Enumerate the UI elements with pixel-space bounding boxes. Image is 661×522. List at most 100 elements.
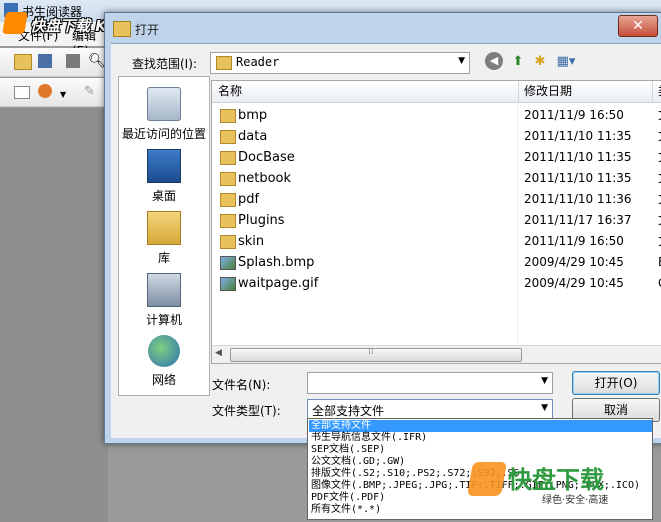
place-recent-label: 最近访问的位置 xyxy=(121,127,206,141)
file-row[interactable]: Splash.bmp2009/4/29 10:45B xyxy=(212,252,661,273)
look-in-label: 查找范围(I): xyxy=(132,57,197,71)
watermark-brand: 快盘下载 xyxy=(508,466,604,494)
folder-icon xyxy=(220,109,236,123)
up-folder-icon[interactable]: ⬆ xyxy=(508,52,528,72)
file-row[interactable]: DocBase2011/11/10 11:35文 xyxy=(212,147,661,168)
place-network[interactable]: 网络 xyxy=(119,335,209,388)
background-content-area xyxy=(0,108,108,522)
computer-icon xyxy=(147,273,181,307)
dropdown-arrow-icon[interactable]: ▼ xyxy=(60,90,66,99)
file-name: waitpage.gif xyxy=(238,276,319,291)
file-date: 2011/11/10 11:35 xyxy=(524,150,632,164)
file-row[interactable]: skin2011/11/9 16:50文 xyxy=(212,231,661,252)
settings-icon[interactable] xyxy=(38,84,52,98)
place-desktop-label: 桌面 xyxy=(151,189,176,203)
image-file-icon xyxy=(220,277,236,291)
scroll-left-icon[interactable]: ◀ xyxy=(215,348,222,358)
file-row[interactable]: Plugins2011/11/17 16:37文 xyxy=(212,210,661,231)
file-name: skin xyxy=(238,234,265,249)
folder-icon xyxy=(220,193,236,207)
image-file-icon xyxy=(220,256,236,270)
view-menu-icon[interactable]: ▦▾ xyxy=(556,52,576,72)
look-in-combo[interactable]: Reader ▼ xyxy=(210,52,470,74)
places-bar: 最近访问的位置 桌面 库 计算机 网络 xyxy=(118,76,210,396)
folder-icon xyxy=(220,151,236,165)
file-date: 2011/11/9 16:50 xyxy=(524,108,624,122)
folder-icon xyxy=(220,214,236,228)
place-libraries[interactable]: 库 xyxy=(119,211,209,266)
file-name: pdf xyxy=(238,192,260,207)
open-folder-icon[interactable] xyxy=(14,54,32,70)
dialog-folder-icon xyxy=(113,21,131,37)
place-computer[interactable]: 计算机 xyxy=(119,273,209,328)
list-header: 名称 ⌃ 修改日期 类 xyxy=(212,81,661,103)
library-icon xyxy=(147,211,181,245)
place-computer-label: 计算机 xyxy=(145,313,182,327)
file-date: 2011/11/10 11:36 xyxy=(524,192,632,206)
folder-icon xyxy=(216,56,232,70)
chevron-down-icon[interactable]: ▼ xyxy=(458,56,465,66)
back-icon[interactable]: ◀ xyxy=(485,52,503,70)
sort-arrow-icon: ⌃ xyxy=(360,80,367,87)
file-date: 2011/11/9 16:50 xyxy=(524,234,624,248)
filetype-option[interactable]: 书生导航信息文件(.IFR) xyxy=(309,432,652,444)
scroll-grip-icon: ⁞⁞ xyxy=(368,347,374,357)
place-network-label: 网络 xyxy=(151,373,176,387)
folder-icon xyxy=(220,130,236,144)
desktop-icon xyxy=(147,149,181,183)
file-date: 2011/11/10 11:35 xyxy=(524,171,632,185)
dialog-title: 打开 xyxy=(135,23,160,37)
watermark-logo-icon xyxy=(467,462,507,496)
recent-places-icon xyxy=(147,87,181,121)
file-date: 2009/4/29 10:45 xyxy=(524,276,624,290)
new-folder-icon[interactable]: ✱ xyxy=(530,52,550,72)
comment-icon[interactable] xyxy=(14,86,30,99)
watermark-bottom: 快盘下载 绿色·安全·高速 xyxy=(467,456,636,516)
chevron-down-icon[interactable]: ▼ xyxy=(541,403,548,413)
background-toolbar-1: 🔍︎ xyxy=(0,48,110,77)
filetype-option[interactable]: SEP文档(.SEP) xyxy=(309,444,652,456)
filename-input[interactable]: ▼ xyxy=(307,372,553,394)
dialog-title-bar[interactable]: 打开 ✕ xyxy=(105,13,661,43)
filetype-value: 全部支持文件 xyxy=(312,404,385,418)
file-date: 2011/11/17 16:37 xyxy=(524,213,632,227)
open-button[interactable]: 打开(O) xyxy=(572,371,660,395)
filetype-label: 文件类型(T): xyxy=(212,404,281,418)
file-name: Splash.bmp xyxy=(238,255,315,270)
place-libraries-label: 库 xyxy=(157,251,170,265)
file-row[interactable]: netbook2011/11/10 11:35文 xyxy=(212,168,661,189)
filetype-option[interactable]: 全部支持文件 xyxy=(309,420,652,432)
file-row[interactable]: bmp2011/11/9 16:50文 xyxy=(212,105,661,126)
column-type[interactable]: 类 xyxy=(652,81,661,102)
file-name: data xyxy=(238,129,268,144)
watermark-logo-icon xyxy=(2,12,28,34)
horizontal-scrollbar[interactable]: ◀ ⁞⁞ xyxy=(212,345,661,363)
folder-icon xyxy=(220,235,236,249)
file-name: netbook xyxy=(238,171,292,186)
file-name: bmp xyxy=(238,108,268,123)
look-in-value: Reader xyxy=(236,55,280,69)
close-button[interactable]: ✕ xyxy=(618,15,658,37)
pen-icon[interactable]: ✎ xyxy=(84,84,95,99)
print-icon[interactable] xyxy=(66,54,80,68)
network-globe-icon xyxy=(148,335,180,367)
watermark-slogan: 绿色·安全·高速 xyxy=(542,495,609,506)
file-list[interactable]: 名称 ⌃ 修改日期 类 ◀ ⁞⁞ bmp2011/11/9 16:50文data… xyxy=(211,80,661,364)
place-desktop[interactable]: 桌面 xyxy=(119,149,209,204)
file-row[interactable]: pdf2011/11/10 11:36文 xyxy=(212,189,661,210)
close-icon: ✕ xyxy=(632,18,644,34)
folder-icon xyxy=(220,172,236,186)
filename-label: 文件名(N): xyxy=(212,378,271,392)
file-name: DocBase xyxy=(238,150,295,165)
column-date[interactable]: 修改日期 xyxy=(518,81,653,102)
scroll-thumb[interactable] xyxy=(230,348,522,362)
file-date: 2011/11/10 11:35 xyxy=(524,129,632,143)
background-toolbar-2: ▼ ✎ xyxy=(0,78,110,107)
save-icon[interactable] xyxy=(38,54,52,68)
file-row[interactable]: data2011/11/10 11:35文 xyxy=(212,126,661,147)
file-date: 2009/4/29 10:45 xyxy=(524,255,624,269)
file-row[interactable]: waitpage.gif2009/4/29 10:45G xyxy=(212,273,661,294)
place-recent[interactable]: 最近访问的位置 xyxy=(119,87,209,142)
file-name: Plugins xyxy=(238,213,285,228)
chevron-down-icon[interactable]: ▼ xyxy=(541,376,548,386)
